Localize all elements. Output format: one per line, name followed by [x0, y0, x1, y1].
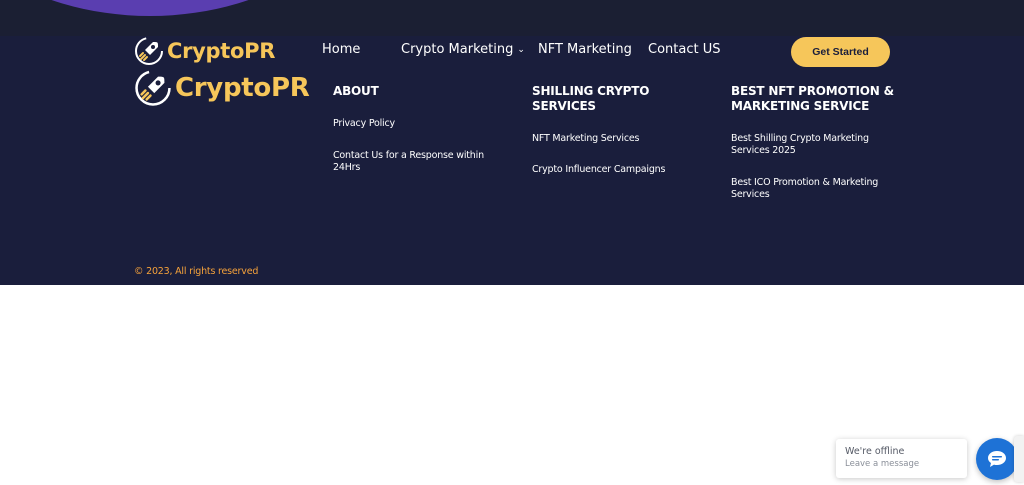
logo-text: CryptoPR	[167, 39, 276, 63]
link-list: NFT Marketing Services Crypto Influencer…	[532, 133, 707, 176]
chat-launcher-button[interactable]	[976, 438, 1018, 480]
footer-link[interactable]: Crypto Influencer Campaigns	[532, 164, 707, 176]
rocket-icon	[135, 37, 163, 65]
footer-link[interactable]: NFT Marketing Services	[532, 133, 707, 145]
recaptcha-badge[interactable]	[1014, 436, 1024, 482]
nav-label: Crypto Marketing	[401, 42, 514, 57]
footer-column-shilling: SHILLING CRYPTO SERVICES NFT Marketing S…	[532, 84, 707, 176]
column-heading: ABOUT	[333, 84, 379, 98]
header-band	[0, 0, 1024, 36]
footer-column-nft-promotion: BEST NFT PROMOTION & MARKETING SERVICE B…	[731, 84, 901, 201]
column-heading: SHILLING CRYPTO SERVICES	[532, 84, 650, 113]
link-list: Best Shilling Crypto Marketing Services …	[731, 133, 901, 201]
chat-status-box[interactable]: We're offline Leave a message	[836, 439, 967, 478]
chevron-down-icon: ⌄	[517, 45, 525, 55]
footer-link[interactable]: Contact Us for a Response within 24Hrs	[333, 150, 508, 174]
chat-icon	[988, 451, 1006, 467]
chat-action: Leave a message	[845, 459, 920, 469]
decorative-arc	[0, 0, 380, 16]
footer-column-about: ABOUT Privacy Policy Contact Us for a Re…	[333, 84, 508, 174]
rocket-icon	[135, 70, 171, 106]
nav-contact-us[interactable]: Contact US	[648, 42, 720, 60]
column-heading: BEST NFT PROMOTION & MARKETING SERVICE	[731, 84, 894, 113]
nav-nft-marketing[interactable]: NFT Marketing	[538, 42, 632, 60]
footer-link[interactable]: Best Shilling Crypto Marketing Services …	[731, 133, 901, 157]
nav-crypto-marketing[interactable]: Crypto Marketing ⌄	[401, 42, 525, 60]
footer-link[interactable]: Privacy Policy	[333, 118, 508, 130]
chat-status: We're offline	[845, 446, 905, 457]
link-list: Privacy Policy Contact Us for a Response…	[333, 118, 508, 174]
nav-home[interactable]: Home	[322, 42, 360, 60]
footer-link[interactable]: Best ICO Promotion & Marketing Services	[731, 177, 901, 201]
header-logo[interactable]: CryptoPR	[134, 35, 275, 67]
logo-text: CryptoPR	[175, 73, 310, 103]
site-footer: CryptoPR CryptoPR Home Crypto Marketing ⌄…	[0, 0, 1024, 285]
copyright-text: © 2023, All rights reserved	[134, 266, 259, 277]
footer-logo[interactable]: CryptoPR	[134, 68, 310, 108]
get-started-button[interactable]: Get Started	[791, 37, 890, 67]
